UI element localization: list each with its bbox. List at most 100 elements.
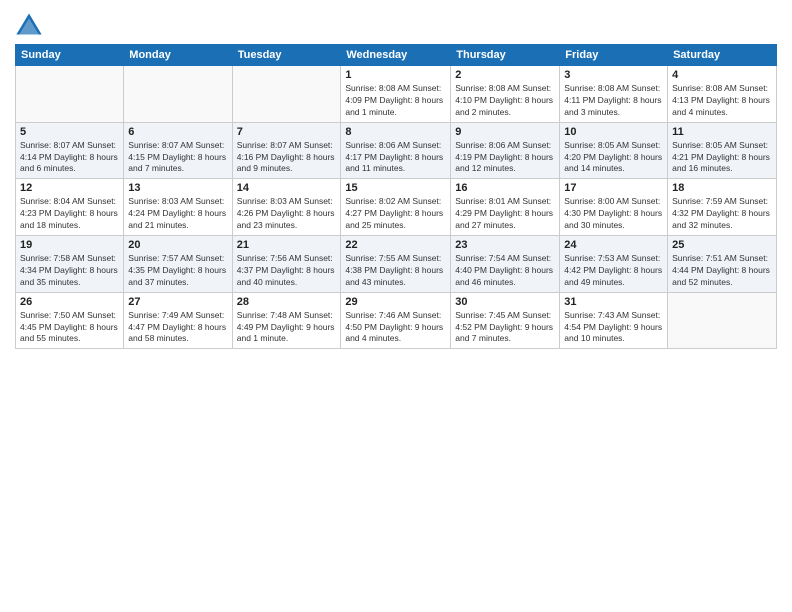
day-info: Sunrise: 8:04 AM Sunset: 4:23 PM Dayligh… bbox=[20, 196, 119, 232]
day-number: 29 bbox=[345, 296, 446, 308]
weekday-header: Sunday bbox=[16, 45, 124, 66]
weekday-header: Monday bbox=[124, 45, 232, 66]
calendar-cell: 19 Sunrise: 7:58 AM Sunset: 4:34 PM Dayli… bbox=[16, 236, 124, 293]
calendar-week-row: 12 Sunrise: 8:04 AM Sunset: 4:23 PM Dayli… bbox=[16, 179, 777, 236]
day-info: Sunrise: 8:05 AM Sunset: 4:20 PM Dayligh… bbox=[564, 140, 663, 176]
day-number: 11 bbox=[672, 126, 772, 138]
day-number: 30 bbox=[455, 296, 555, 308]
day-number: 6 bbox=[128, 126, 227, 138]
day-number: 16 bbox=[455, 182, 555, 194]
calendar-week-row: 5 Sunrise: 8:07 AM Sunset: 4:14 PM Daylig… bbox=[16, 122, 777, 179]
day-info: Sunrise: 7:54 AM Sunset: 4:40 PM Dayligh… bbox=[455, 253, 555, 289]
calendar-cell: 28 Sunrise: 7:48 AM Sunset: 4:49 PM Dayli… bbox=[232, 292, 341, 349]
calendar-cell bbox=[124, 66, 232, 123]
weekday-header: Tuesday bbox=[232, 45, 341, 66]
day-info: Sunrise: 7:57 AM Sunset: 4:35 PM Dayligh… bbox=[128, 253, 227, 289]
day-number: 5 bbox=[20, 126, 119, 138]
calendar-cell: 6 Sunrise: 8:07 AM Sunset: 4:15 PM Daylig… bbox=[124, 122, 232, 179]
day-info: Sunrise: 8:05 AM Sunset: 4:21 PM Dayligh… bbox=[672, 140, 772, 176]
calendar-cell: 24 Sunrise: 7:53 AM Sunset: 4:42 PM Dayli… bbox=[560, 236, 668, 293]
day-number: 22 bbox=[345, 239, 446, 251]
calendar-cell: 12 Sunrise: 8:04 AM Sunset: 4:23 PM Dayli… bbox=[16, 179, 124, 236]
day-info: Sunrise: 7:48 AM Sunset: 4:49 PM Dayligh… bbox=[237, 310, 337, 346]
calendar-cell: 7 Sunrise: 8:07 AM Sunset: 4:16 PM Daylig… bbox=[232, 122, 341, 179]
page: SundayMondayTuesdayWednesdayThursdayFrid… bbox=[0, 0, 792, 612]
day-info: Sunrise: 7:51 AM Sunset: 4:44 PM Dayligh… bbox=[672, 253, 772, 289]
header bbox=[15, 10, 777, 38]
day-number: 9 bbox=[455, 126, 555, 138]
day-number: 23 bbox=[455, 239, 555, 251]
day-info: Sunrise: 7:46 AM Sunset: 4:50 PM Dayligh… bbox=[345, 310, 446, 346]
day-info: Sunrise: 8:01 AM Sunset: 4:29 PM Dayligh… bbox=[455, 196, 555, 232]
calendar-week-row: 19 Sunrise: 7:58 AM Sunset: 4:34 PM Dayli… bbox=[16, 236, 777, 293]
day-info: Sunrise: 8:03 AM Sunset: 4:26 PM Dayligh… bbox=[237, 196, 337, 232]
calendar-cell: 2 Sunrise: 8:08 AM Sunset: 4:10 PM Daylig… bbox=[451, 66, 560, 123]
day-info: Sunrise: 7:53 AM Sunset: 4:42 PM Dayligh… bbox=[564, 253, 663, 289]
calendar-table: SundayMondayTuesdayWednesdayThursdayFrid… bbox=[15, 44, 777, 349]
day-info: Sunrise: 7:45 AM Sunset: 4:52 PM Dayligh… bbox=[455, 310, 555, 346]
day-number: 31 bbox=[564, 296, 663, 308]
day-info: Sunrise: 8:07 AM Sunset: 4:16 PM Dayligh… bbox=[237, 140, 337, 176]
weekday-header: Thursday bbox=[451, 45, 560, 66]
calendar-cell: 15 Sunrise: 8:02 AM Sunset: 4:27 PM Dayli… bbox=[341, 179, 451, 236]
logo-icon bbox=[15, 10, 43, 38]
day-number: 14 bbox=[237, 182, 337, 194]
day-number: 19 bbox=[20, 239, 119, 251]
calendar-cell: 29 Sunrise: 7:46 AM Sunset: 4:50 PM Dayli… bbox=[341, 292, 451, 349]
day-number: 17 bbox=[564, 182, 663, 194]
day-number: 2 bbox=[455, 69, 555, 81]
calendar-cell: 1 Sunrise: 8:08 AM Sunset: 4:09 PM Daylig… bbox=[341, 66, 451, 123]
calendar-cell: 20 Sunrise: 7:57 AM Sunset: 4:35 PM Dayli… bbox=[124, 236, 232, 293]
day-info: Sunrise: 8:00 AM Sunset: 4:30 PM Dayligh… bbox=[564, 196, 663, 232]
calendar-cell: 17 Sunrise: 8:00 AM Sunset: 4:30 PM Dayli… bbox=[560, 179, 668, 236]
weekday-header: Saturday bbox=[668, 45, 777, 66]
day-info: Sunrise: 8:08 AM Sunset: 4:09 PM Dayligh… bbox=[345, 83, 446, 119]
calendar-cell bbox=[668, 292, 777, 349]
day-info: Sunrise: 8:08 AM Sunset: 4:11 PM Dayligh… bbox=[564, 83, 663, 119]
calendar-week-row: 1 Sunrise: 8:08 AM Sunset: 4:09 PM Daylig… bbox=[16, 66, 777, 123]
day-number: 15 bbox=[345, 182, 446, 194]
day-info: Sunrise: 7:55 AM Sunset: 4:38 PM Dayligh… bbox=[345, 253, 446, 289]
day-info: Sunrise: 8:07 AM Sunset: 4:15 PM Dayligh… bbox=[128, 140, 227, 176]
day-info: Sunrise: 7:50 AM Sunset: 4:45 PM Dayligh… bbox=[20, 310, 119, 346]
day-number: 24 bbox=[564, 239, 663, 251]
calendar-cell: 26Sunrise: 7:50 AM Sunset: 4:45 PM Dayli… bbox=[16, 292, 124, 349]
calendar-header-row: SundayMondayTuesdayWednesdayThursdayFrid… bbox=[16, 45, 777, 66]
calendar-cell: 31 Sunrise: 7:43 AM Sunset: 4:54 PM Dayli… bbox=[560, 292, 668, 349]
calendar-cell bbox=[232, 66, 341, 123]
day-info: Sunrise: 8:02 AM Sunset: 4:27 PM Dayligh… bbox=[345, 196, 446, 232]
day-info: Sunrise: 7:49 AM Sunset: 4:47 PM Dayligh… bbox=[128, 310, 227, 346]
day-info: Sunrise: 8:03 AM Sunset: 4:24 PM Dayligh… bbox=[128, 196, 227, 232]
day-number: 20 bbox=[128, 239, 227, 251]
calendar-cell: 27Sunrise: 7:49 AM Sunset: 4:47 PM Dayli… bbox=[124, 292, 232, 349]
day-number: 7 bbox=[237, 126, 337, 138]
day-number: 12 bbox=[20, 182, 119, 194]
day-number: 25 bbox=[672, 239, 772, 251]
day-info: Sunrise: 8:07 AM Sunset: 4:14 PM Dayligh… bbox=[20, 140, 119, 176]
calendar-cell: 23 Sunrise: 7:54 AM Sunset: 4:40 PM Dayli… bbox=[451, 236, 560, 293]
calendar-cell: 14 Sunrise: 8:03 AM Sunset: 4:26 PM Dayli… bbox=[232, 179, 341, 236]
calendar-cell: 16 Sunrise: 8:01 AM Sunset: 4:29 PM Dayli… bbox=[451, 179, 560, 236]
calendar-cell: 22 Sunrise: 7:55 AM Sunset: 4:38 PM Dayli… bbox=[341, 236, 451, 293]
calendar-cell: 18 Sunrise: 7:59 AM Sunset: 4:32 PM Dayli… bbox=[668, 179, 777, 236]
calendar-cell bbox=[16, 66, 124, 123]
day-number: 1 bbox=[345, 69, 446, 81]
day-info: Sunrise: 7:59 AM Sunset: 4:32 PM Dayligh… bbox=[672, 196, 772, 232]
day-info: Sunrise: 8:06 AM Sunset: 4:19 PM Dayligh… bbox=[455, 140, 555, 176]
weekday-header: Wednesday bbox=[341, 45, 451, 66]
day-info: Sunrise: 8:08 AM Sunset: 4:13 PM Dayligh… bbox=[672, 83, 772, 119]
day-number: 3 bbox=[564, 69, 663, 81]
day-number: 18 bbox=[672, 182, 772, 194]
day-info: Sunrise: 8:08 AM Sunset: 4:10 PM Dayligh… bbox=[455, 83, 555, 119]
calendar-cell: 13Sunrise: 8:03 AM Sunset: 4:24 PM Dayli… bbox=[124, 179, 232, 236]
day-info: Sunrise: 7:58 AM Sunset: 4:34 PM Dayligh… bbox=[20, 253, 119, 289]
day-info: Sunrise: 8:06 AM Sunset: 4:17 PM Dayligh… bbox=[345, 140, 446, 176]
weekday-header: Friday bbox=[560, 45, 668, 66]
calendar-cell: 11 Sunrise: 8:05 AM Sunset: 4:21 PM Dayli… bbox=[668, 122, 777, 179]
calendar-cell: 21Sunrise: 7:56 AM Sunset: 4:37 PM Dayli… bbox=[232, 236, 341, 293]
calendar-cell: 25 Sunrise: 7:51 AM Sunset: 4:44 PM Dayli… bbox=[668, 236, 777, 293]
calendar-cell: 3 Sunrise: 8:08 AM Sunset: 4:11 PM Daylig… bbox=[560, 66, 668, 123]
day-info: Sunrise: 7:43 AM Sunset: 4:54 PM Dayligh… bbox=[564, 310, 663, 346]
day-info: Sunrise: 7:56 AM Sunset: 4:37 PM Dayligh… bbox=[237, 253, 337, 289]
day-number: 28 bbox=[237, 296, 337, 308]
